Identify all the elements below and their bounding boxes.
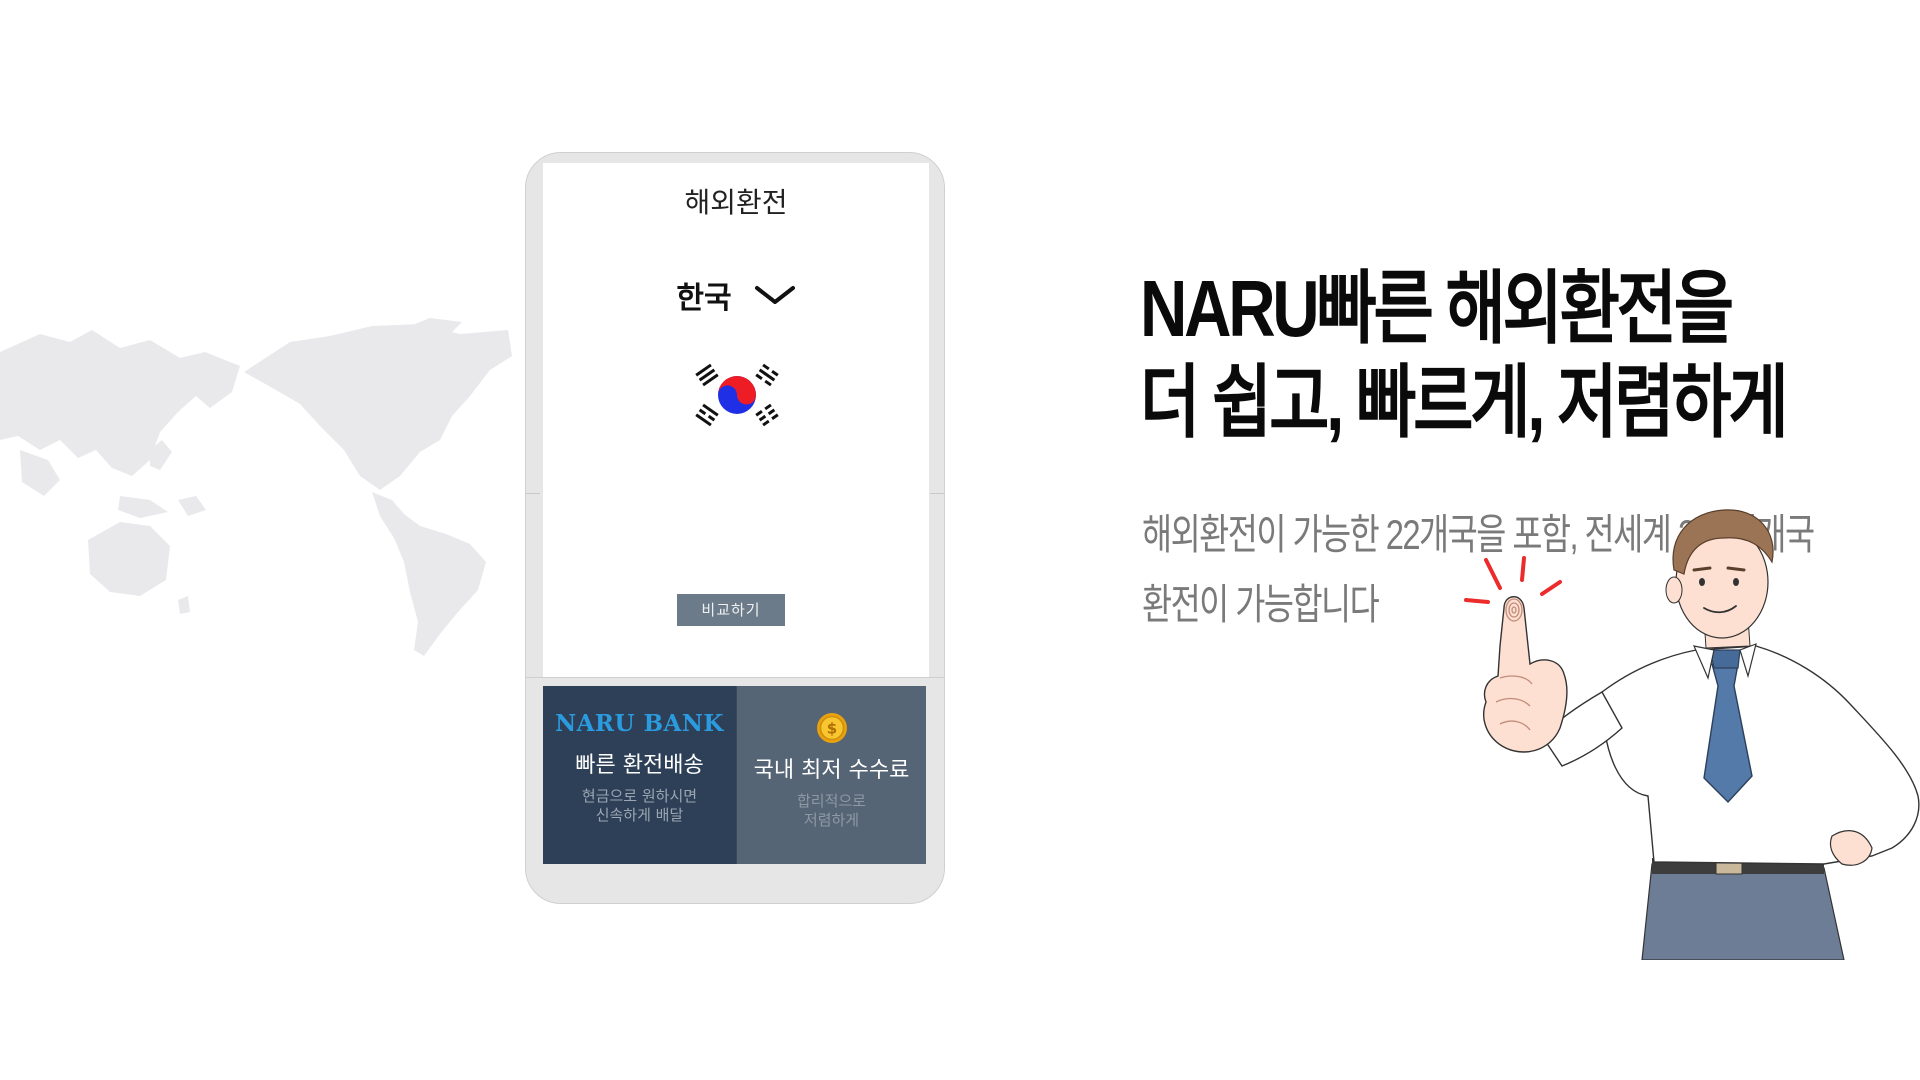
country-label: 한국 [676,281,732,316]
fast-delivery-card[interactable]: NARU BANK 빠른 환전배송 현금으로 원하시면 신속하게 배달 [543,686,736,864]
compare-button[interactable]: 비교하기 [677,594,785,626]
card-description: 현금으로 원하시면 신속하게 배달 [543,787,736,825]
app-screen: 해외환전 한국 비교하기 [543,163,929,677]
card-heading: 빠른 환전배송 [575,753,704,778]
card-description: 합리적으로 저렴하게 [737,792,926,830]
headline: NARU빠른 해외환전을 더 쉽고, 빠르게, 저렴하게 [1140,262,1789,450]
panel-divider [526,677,944,678]
card-heading: 국내 최저 수수료 [753,758,910,783]
card-description-line: 합리적으로 [796,792,866,810]
card-description-line: 저렴하게 [803,811,860,829]
svg-text:$: $ [826,720,836,738]
frame-divider [930,493,944,494]
lowest-fee-card[interactable]: $ 국내 최저 수수료 합리적으로 저렴하게 [736,686,926,864]
country-selector[interactable]: 한국 [543,273,929,317]
card-description-line: 신속하게 배달 [595,806,684,824]
screen-title: 해외환전 [684,186,788,219]
headline-line: NARU빠른 해외환전을 [1140,264,1734,353]
brand-logo-text: NARU BANK [555,710,724,737]
frame-divider [526,493,540,494]
south-korea-flag-icon [695,363,779,427]
world-map-illustration [0,318,512,656]
businessman-illustration [1464,509,1920,960]
chevron-down-icon[interactable] [754,284,796,306]
coin-icon: $ [816,713,847,743]
card-description-line: 현금으로 원하시면 [581,787,698,805]
phone-mockup: 해외환전 한국 비교하기 NARU BANK 빠른 환전배송 현금으로 원하시면… [525,152,945,904]
headline-line: 더 쉽고, 빠르게, 저렴하게 [1140,358,1789,447]
